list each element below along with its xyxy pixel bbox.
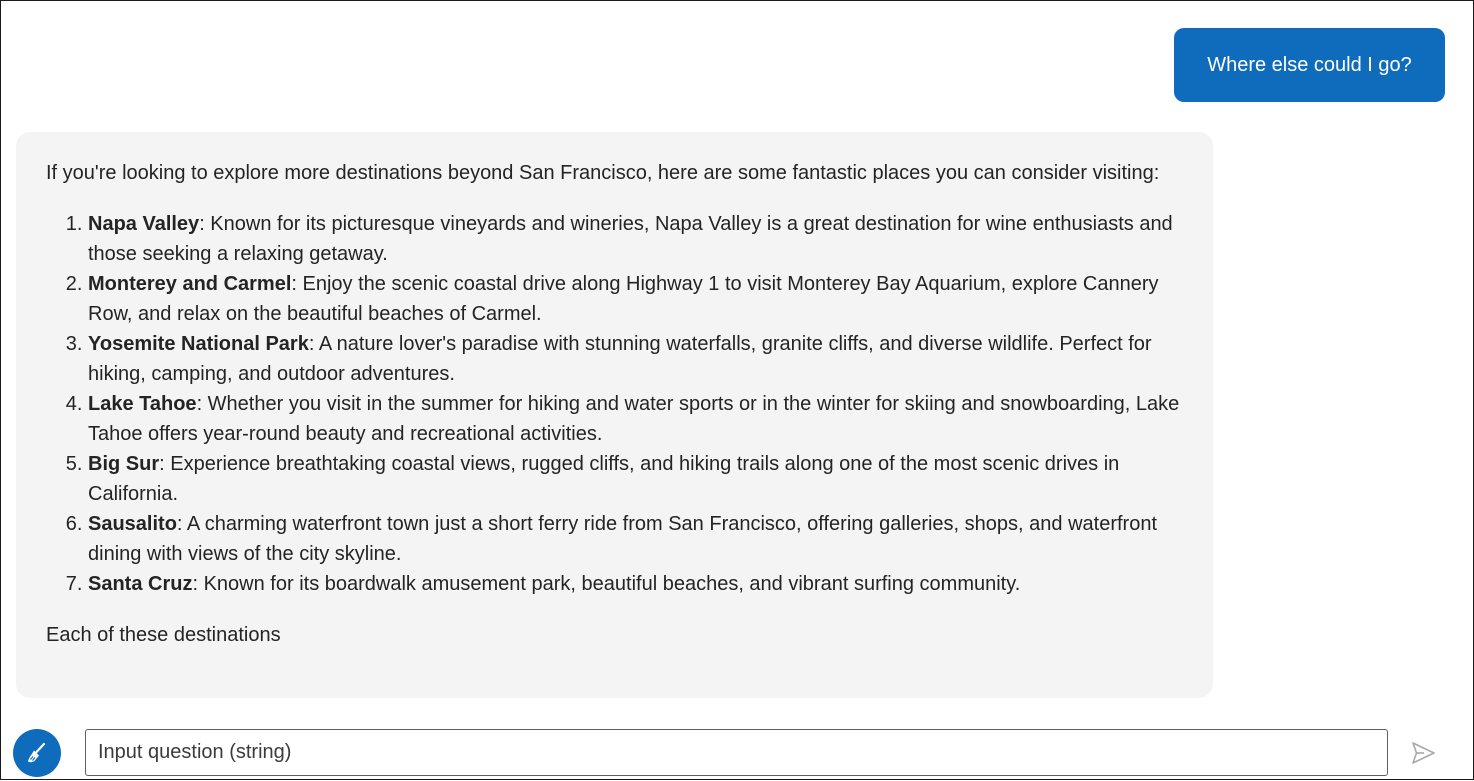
item-text: : Experience breathtaking coastal views,… <box>88 453 1120 505</box>
item-text: : Known for its boardwalk amusement park… <box>192 573 1021 595</box>
item-title: Big Sur <box>88 453 160 475</box>
broom-icon <box>24 740 50 766</box>
assistant-intro: If you're looking to explore more destin… <box>46 162 1160 184</box>
item-text: : Whether you visit in the summer for hi… <box>88 393 1180 445</box>
item-text: : Known for its picturesque vineyards an… <box>88 213 1173 265</box>
assistant-message-bubble: If you're looking to explore more destin… <box>16 132 1213 698</box>
clear-chat-button[interactable] <box>13 729 61 777</box>
send-icon <box>1410 740 1436 766</box>
item-title: Sausalito <box>88 513 177 535</box>
item-text: : A charming waterfront town just a shor… <box>88 513 1157 565</box>
user-message-text: Where else could I go? <box>1207 53 1412 76</box>
destination-list: Napa Valley: Known for its picturesque v… <box>46 209 1183 599</box>
send-button[interactable] <box>1409 739 1437 767</box>
list-item: Big Sur: Experience breathtaking coastal… <box>88 449 1183 509</box>
item-title: Santa Cruz <box>88 573 193 595</box>
item-title: Monterey and Carmel <box>88 273 292 295</box>
input-bar <box>1 721 1474 781</box>
list-item: Monterey and Carmel: Enjoy the scenic co… <box>88 269 1183 329</box>
list-item: Napa Valley: Known for its picturesque v… <box>88 209 1183 269</box>
list-item: Santa Cruz: Known for its boardwalk amus… <box>88 569 1183 599</box>
list-item: Lake Tahoe: Whether you visit in the sum… <box>88 389 1183 449</box>
list-item: Sausalito: A charming waterfront town ju… <box>88 509 1183 569</box>
list-item: Yosemite National Park: A nature lover's… <box>88 329 1183 389</box>
item-title: Yosemite National Park <box>88 333 309 355</box>
item-title: Lake Tahoe <box>88 393 197 415</box>
chat-window: Where else could I go? If you're looking… <box>0 0 1474 780</box>
item-title: Napa Valley <box>88 213 200 235</box>
assistant-outro: Each of these destinations <box>46 624 281 646</box>
question-input[interactable] <box>86 730 1387 775</box>
question-input-container <box>85 729 1388 776</box>
user-message-bubble: Where else could I go? <box>1174 28 1445 102</box>
